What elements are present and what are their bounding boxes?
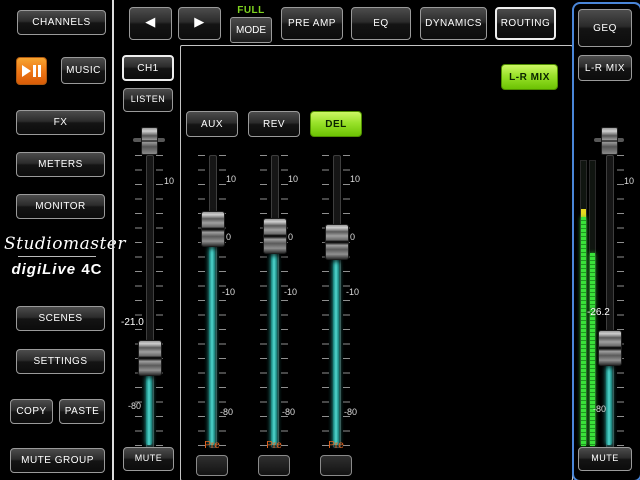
rev-fader-ticks xyxy=(260,155,267,446)
sidebar-item-monitor[interactable]: MONITOR xyxy=(16,194,105,219)
geq-button[interactable]: GEQ xyxy=(578,9,632,47)
del-fader-ticks xyxy=(343,155,350,446)
play-pause-icon xyxy=(38,65,41,77)
rev-pre-label: Pre xyxy=(259,440,289,451)
sidebar-divider xyxy=(112,0,114,480)
play-pause-icon xyxy=(22,65,31,77)
sidebar-item-fx[interactable]: FX xyxy=(16,110,105,135)
master-pan-handle[interactable] xyxy=(601,127,618,155)
arrow-right-icon: ▶ xyxy=(194,16,205,30)
del-scale-0: 0 xyxy=(350,232,355,242)
sidebar-item-channels[interactable]: CHANNELS xyxy=(17,10,106,35)
del-fader-fill xyxy=(333,241,339,445)
rev-scale-0: 0 xyxy=(288,232,293,242)
mixer-app: CHANNELS MUSIC FX METERS MONITOR Studiom… xyxy=(0,0,640,480)
brand-divider xyxy=(18,256,96,257)
del-scale-m10: -10 xyxy=(346,287,359,297)
meter-peak-segment xyxy=(581,209,586,217)
tab-eq[interactable]: EQ xyxy=(351,7,411,40)
del-fader-ticks xyxy=(322,155,329,446)
mode-toggle[interactable]: FULL MODE xyxy=(230,5,272,43)
copy-button[interactable]: COPY xyxy=(10,399,53,424)
channel-scale-top: 10 xyxy=(164,176,174,186)
aux-scale-0: 0 xyxy=(226,232,231,242)
master-mute-button[interactable]: MUTE xyxy=(578,447,632,471)
sidebar-item-music[interactable]: MUSIC xyxy=(61,57,106,84)
rev-fader-handle[interactable] xyxy=(263,218,287,254)
master-name-button[interactable]: L-R MIX xyxy=(578,55,632,81)
master-meter-left xyxy=(580,160,587,445)
tab-pre-amp[interactable]: PRE AMP xyxy=(281,7,343,40)
meter-level-segment xyxy=(581,217,586,446)
rev-scale-10: 10 xyxy=(288,174,298,184)
master-fader-value: -26.2 xyxy=(587,307,610,318)
aux-scale-m10: -10 xyxy=(222,287,235,297)
brand-product-model: 4C xyxy=(81,261,102,278)
brand-product-name: digiLive xyxy=(11,261,76,278)
mode-full-label: FULL xyxy=(230,5,272,16)
mute-group-button[interactable]: MUTE GROUP xyxy=(10,448,105,473)
aux-pre-label: Pre xyxy=(197,440,227,451)
channel-fader-ticks xyxy=(156,155,163,446)
aux-footer-button[interactable] xyxy=(196,455,228,476)
routing-panel xyxy=(180,45,573,480)
aux-fader-ticks xyxy=(198,155,205,446)
aux-fader-handle[interactable] xyxy=(201,211,225,247)
tab-dynamics[interactable]: DYNAMICS xyxy=(420,7,487,40)
tab-routing[interactable]: ROUTING xyxy=(495,7,556,40)
sidebar-item-settings[interactable]: SETTINGS xyxy=(16,349,105,374)
rev-scale-m80: -80 xyxy=(282,407,295,417)
rev-fader-fill xyxy=(271,235,277,445)
arrow-left-icon: ◀ xyxy=(145,16,156,30)
aux-fader-ticks xyxy=(219,155,226,446)
channel-pan-handle[interactable] xyxy=(141,127,158,155)
del-scale-10: 10 xyxy=(350,174,360,184)
rev-fader-ticks xyxy=(281,155,288,446)
play-pause-icon xyxy=(33,65,36,77)
mode-mode-label: MODE xyxy=(230,17,272,43)
send-del-button[interactable]: DEL xyxy=(310,111,362,137)
master-scale-bottom: -80 xyxy=(593,404,606,414)
paste-button[interactable]: PASTE xyxy=(59,399,105,424)
master-meter-right xyxy=(589,160,596,445)
sidebar-item-meters[interactable]: METERS xyxy=(16,152,105,177)
del-pre-label: Pre xyxy=(321,440,351,451)
brand-logo: Studiomaster digiLive 4C xyxy=(4,234,110,278)
sidebar-item-scenes[interactable]: SCENES xyxy=(16,306,105,331)
brand-product: digiLive 4C xyxy=(4,261,110,278)
channel-fader-value: -21.0 xyxy=(121,317,144,328)
prev-channel-button[interactable]: ◀ xyxy=(129,7,172,40)
master-scale-top: 10 xyxy=(624,176,634,186)
lr-mix-assign-button[interactable]: L-R MIX xyxy=(501,64,558,90)
aux-scale-10: 10 xyxy=(226,174,236,184)
master-fader-ticks xyxy=(617,155,624,446)
transport-play-button[interactable] xyxy=(16,57,47,85)
rev-scale-m10: -10 xyxy=(284,287,297,297)
meter-level-segment xyxy=(590,253,595,446)
brand-name: Studiomaster xyxy=(4,234,110,254)
send-aux-button[interactable]: AUX xyxy=(186,111,238,137)
master-fader-handle[interactable] xyxy=(598,330,622,366)
aux-fader-fill xyxy=(209,228,215,445)
aux-scale-m80: -80 xyxy=(220,407,233,417)
del-scale-m80: -80 xyxy=(344,407,357,417)
channel-scale-bottom: -80 xyxy=(128,401,141,411)
rev-footer-button[interactable] xyxy=(258,455,290,476)
del-fader-handle[interactable] xyxy=(325,224,349,260)
send-rev-button[interactable]: REV xyxy=(248,111,300,137)
channel-fader-handle[interactable] xyxy=(138,340,162,376)
channel-name-button[interactable]: CH1 xyxy=(122,55,174,81)
del-footer-button[interactable] xyxy=(320,455,352,476)
listen-button[interactable]: LISTEN xyxy=(123,88,173,112)
channel-mute-button[interactable]: MUTE xyxy=(123,447,174,471)
next-channel-button[interactable]: ▶ xyxy=(178,7,221,40)
